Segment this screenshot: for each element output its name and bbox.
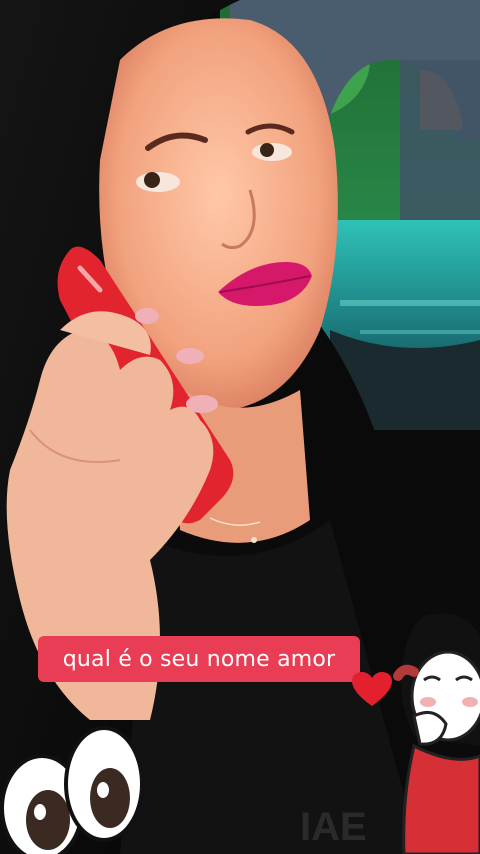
caption-text: qual é o seu nome amor	[38, 636, 360, 682]
story-viewer: IAE qual é o seu nome amor	[0, 0, 480, 854]
svg-text:IAE: IAE	[300, 805, 367, 849]
shy-girl-sticker	[393, 613, 480, 854]
googly-eyes-icon	[0, 726, 144, 854]
